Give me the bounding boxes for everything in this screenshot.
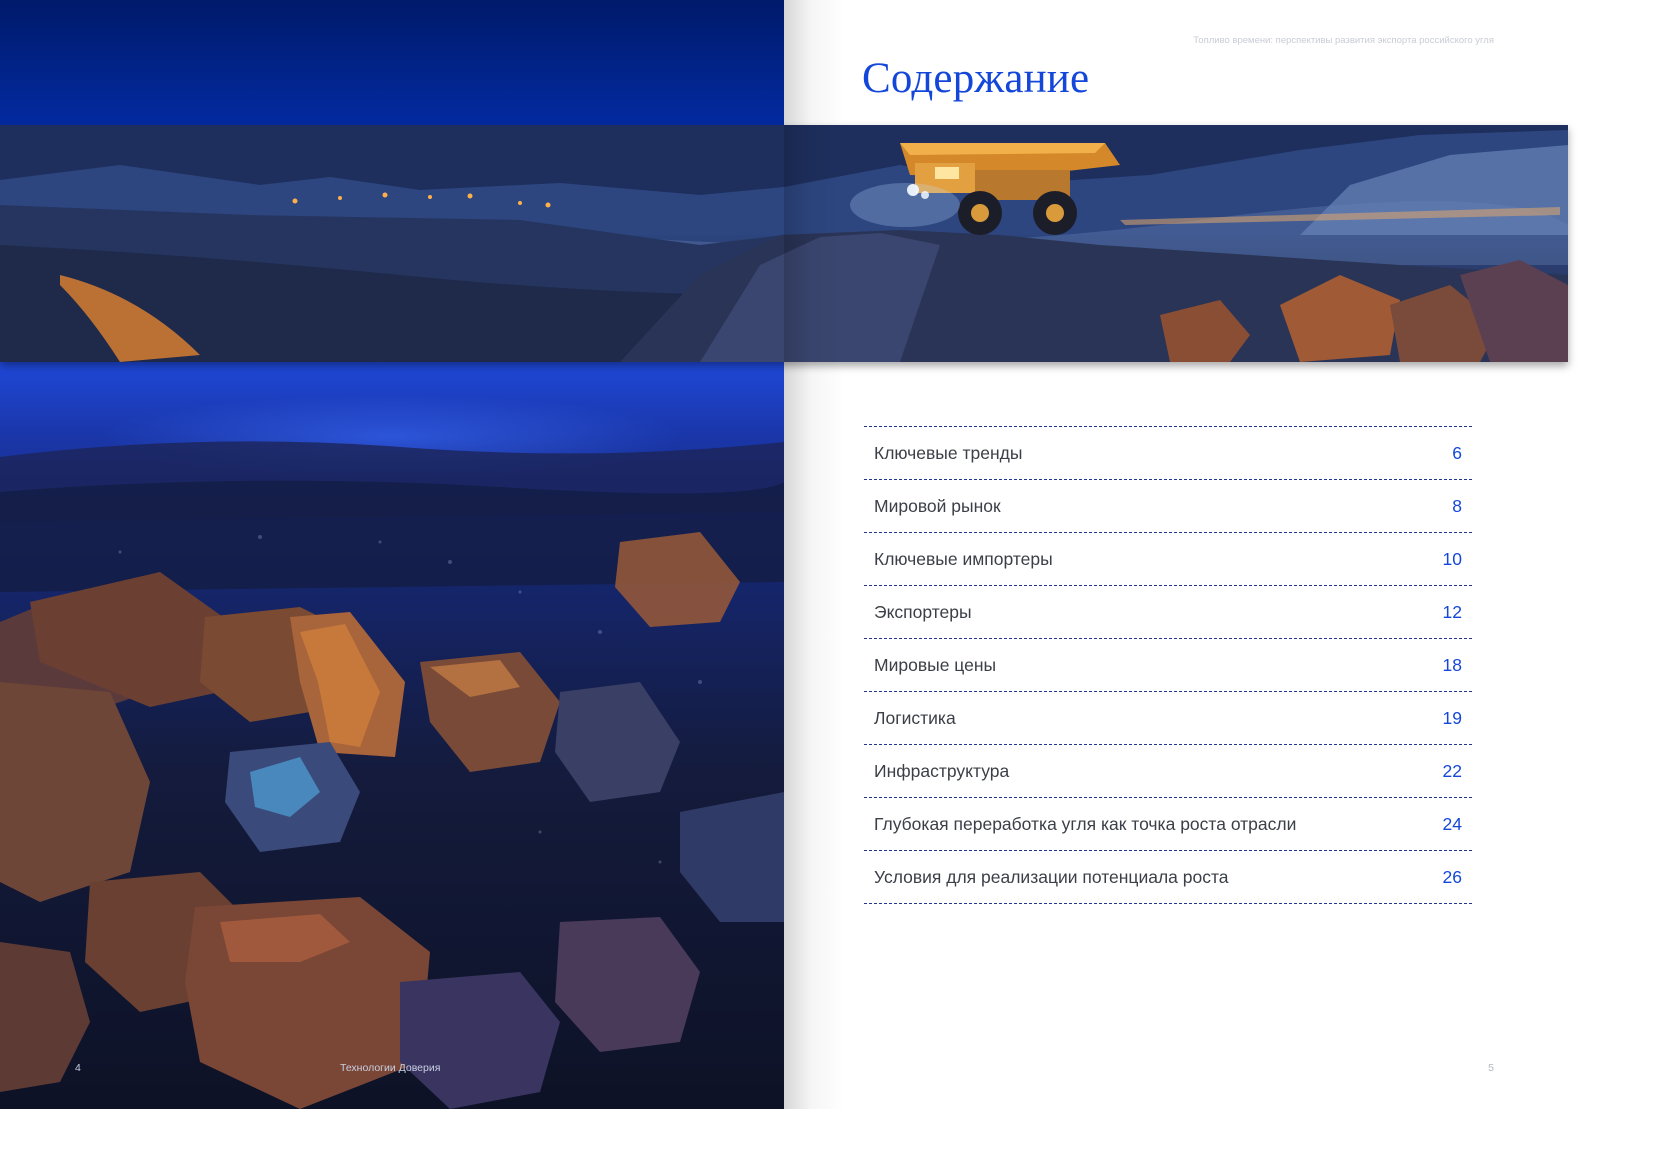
left-page-top-panel xyxy=(0,0,784,125)
toc-item[interactable]: Ключевые тренды 6 xyxy=(864,427,1472,480)
toc-item-label: Условия для реализации потенциала роста xyxy=(874,866,1229,887)
footer-brand-name: Технологии Доверия xyxy=(340,1062,441,1074)
right-page-number: 5 xyxy=(1488,1062,1494,1074)
toc-item-label: Глубокая переработка угля как точка рост… xyxy=(874,813,1297,834)
toc-item-label: Экспортеры xyxy=(874,601,972,622)
toc-item[interactable]: Условия для реализации потенциала роста … xyxy=(864,851,1472,904)
coal-rocks-photo xyxy=(0,362,784,1109)
toc-item-page: 6 xyxy=(1452,442,1462,463)
toc-item-label: Мировые цены xyxy=(874,654,997,675)
toc-item-label: Ключевые тренды xyxy=(874,442,1023,463)
left-page-number: 4 xyxy=(75,1062,81,1074)
toc-item-label: Логистика xyxy=(874,707,956,728)
toc-item-page: 8 xyxy=(1452,495,1462,516)
table-of-contents: Ключевые тренды 6 Мировой рынок 8 Ключев… xyxy=(864,426,1472,904)
mine-night-photo-strip xyxy=(0,125,1568,362)
toc-item-page: 24 xyxy=(1442,813,1462,834)
toc-item-label: Инфраструктура xyxy=(874,760,1010,781)
mine-landscape-illustration xyxy=(0,125,1568,362)
toc-item[interactable]: Экспортеры 12 xyxy=(864,586,1472,639)
toc-item[interactable]: Глубокая переработка угля как точка рост… xyxy=(864,798,1472,851)
toc-item-page: 22 xyxy=(1442,760,1462,781)
toc-item[interactable]: Логистика 19 xyxy=(864,692,1472,745)
page-title: Содержание xyxy=(862,55,1090,102)
toc-item[interactable]: Мировой рынок 8 xyxy=(864,480,1472,533)
toc-item-page: 12 xyxy=(1442,601,1462,622)
toc-item-page: 26 xyxy=(1442,866,1462,887)
coal-rocks-illustration xyxy=(0,441,784,1109)
toc-item-label: Ключевые импортеры xyxy=(874,548,1053,569)
toc-item[interactable]: Мировые цены 18 xyxy=(864,639,1472,692)
running-header: Топливо времени: перспективы развития эк… xyxy=(1193,35,1494,46)
toc-item-page: 10 xyxy=(1442,548,1462,569)
toc-item-page: 18 xyxy=(1442,654,1462,675)
toc-item-page: 19 xyxy=(1442,707,1462,728)
toc-item[interactable]: Ключевые импортеры 10 xyxy=(864,533,1472,586)
toc-item-label: Мировой рынок xyxy=(874,495,1001,516)
toc-item[interactable]: Инфраструктура 22 xyxy=(864,745,1472,798)
